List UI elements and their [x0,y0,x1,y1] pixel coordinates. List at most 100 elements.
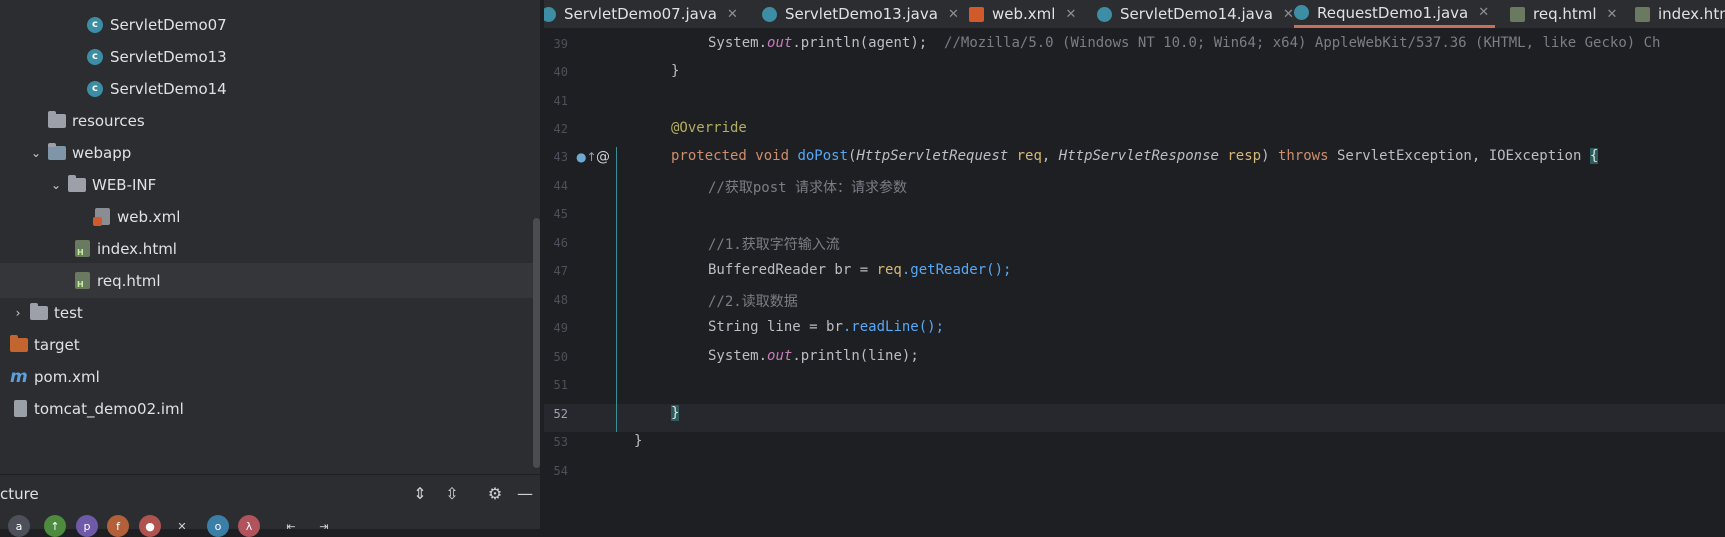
excluded-folder-icon [10,334,28,352]
xml-file-icon [93,208,110,226]
tree-item-label: webapp [72,143,132,162]
code-line-42: @Override [671,120,747,136]
resources-folder-icon [48,110,66,128]
line-number: 49 [553,321,568,335]
tree-item-pom-xml[interactable]: m pom.xml [0,359,540,394]
tree-item-webapp[interactable]: ⌄ webapp [0,135,540,170]
code-line-43: protected void doPost(HttpServletRequest… [671,148,1599,164]
code-line-48: //2.读取数据 [708,294,798,310]
tree-item-servletdemo13[interactable]: c ServletDemo13 [0,39,540,74]
tree-item-target[interactable]: target [0,327,540,362]
line-number: 47 [553,264,568,278]
override-marker-icon[interactable]: ●↑ [576,150,597,164]
anonymous-icon[interactable]: o [207,515,229,537]
sort-alpha-icon[interactable]: a [8,515,30,537]
tree-item-label: web.xml [117,207,181,226]
tree-item-test[interactable]: › test [0,295,540,330]
tree-item-web-inf[interactable]: ⌄ WEB-INF [0,167,540,202]
tab-servletdemo13[interactable]: ServletDemo13.java ✕ [762,0,959,28]
properties-icon[interactable]: p [76,515,98,537]
html-file-icon [1635,6,1650,22]
close-icon[interactable]: ✕ [1478,5,1489,20]
fields-icon[interactable]: f [107,515,129,537]
tree-item-label: pom.xml [34,367,100,386]
project-scrollbar[interactable] [533,218,540,468]
at-annotation-icon[interactable]: @ [596,149,610,165]
tree-item-req-html[interactable]: req.html [0,263,540,298]
code-line-53: } [634,433,643,449]
tree-item-resources[interactable]: resources [0,103,540,138]
web-folder-icon [48,142,66,160]
code-line-49: String line = br.readLine(); [708,319,945,335]
line-number: 43 [553,150,568,164]
line-number-gutter: 39 40 41 42 43 44 45 46 47 48 49 50 51 5… [544,29,616,528]
tab-label: RequestDemo1.java [1317,3,1469,22]
tree-item-index-html[interactable]: index.html [0,231,540,266]
tree-item-label: index.html [97,239,177,258]
code-line-46: //1.获取字符输入流 [708,237,840,253]
tree-item-label: test [54,303,83,322]
tab-label: index.htm [1658,5,1725,23]
minimize-icon[interactable]: — [515,483,535,503]
code-line-39: System.out.println(agent); //Mozilla/5.0… [708,35,1661,51]
tab-req-html[interactable]: req.html ✕ [1510,0,1617,28]
module-file-icon [14,400,27,417]
non-public-icon[interactable]: ● [139,515,161,537]
vcs-change-marker [616,147,617,432]
close-icon[interactable]: ✕ [727,7,738,22]
tree-item-servletdemo07[interactable]: c ServletDemo07 [0,7,540,42]
code-line-47: BufferedReader br = req.getReader(); [708,262,1012,278]
class-icon: c [87,48,103,65]
code-editor[interactable]: 39 40 41 42 43 44 45 46 47 48 49 50 51 5… [544,29,1725,528]
tree-item-web-xml[interactable]: web.xml [0,199,540,234]
chevron-down-icon[interactable]: ⌄ [48,177,64,193]
expand-all-icon[interactable]: ⇕ [410,483,430,503]
chevron-down-icon[interactable]: ⌄ [28,145,44,161]
lambda-icon[interactable]: λ [238,515,260,537]
tab-web-xml[interactable]: web.xml ✕ [969,0,1076,28]
scroll-to-source-icon[interactable]: ⇥ [313,515,335,537]
gear-icon[interactable]: ⚙ [485,483,505,503]
tab-servletdemo14[interactable]: ServletDemo14.java ✕ [1097,0,1294,28]
close-icon[interactable]: ✕ [1283,7,1294,22]
tab-label: req.html [1533,5,1597,23]
structure-title: cture [0,485,39,503]
html-file-icon [75,272,90,289]
code-line-50: System.out.println(line); [708,348,919,364]
maven-icon: m [10,366,28,387]
tab-servletdemo07[interactable]: ServletDemo07.java ✕ [544,0,738,28]
line-number: 48 [553,293,568,307]
class-icon [1097,6,1112,22]
line-number-current: 52 [553,407,568,421]
tree-item-label: ServletDemo07 [110,15,227,34]
tab-label: web.xml [992,5,1056,23]
line-number: 42 [553,122,568,136]
collapse-all-icon[interactable]: ⇳ [442,483,462,503]
chevron-right-icon[interactable]: › [10,305,26,321]
folder-icon [30,302,48,320]
html-file-icon [1510,6,1525,22]
close-icon[interactable]: ✕ [948,7,959,22]
close-icon[interactable]: ✕ [1065,7,1076,22]
close-icon[interactable]: ✕ [1607,7,1618,22]
tree-item-iml[interactable]: tomcat_demo02.iml [0,391,540,426]
tree-item-servletdemo14[interactable]: c ServletDemo14 [0,71,540,106]
close-icon[interactable]: ✕ [171,515,193,537]
inherited-icon[interactable]: ↑ [44,515,66,537]
line-number: 45 [553,207,568,221]
code-line-52: } [671,405,680,421]
folder-icon [68,174,86,192]
line-number: 46 [553,236,568,250]
class-icon [1294,5,1309,20]
tree-item-label: req.html [97,271,161,290]
line-number: 51 [553,378,568,392]
tab-label: ServletDemo14.java [1120,5,1273,23]
tab-label: ServletDemo07.java [564,5,717,23]
scroll-from-source-icon[interactable]: ⇤ [280,515,302,537]
tab-index-html[interactable]: index.htm [1635,0,1725,28]
tree-item-label: resources [72,111,145,130]
tab-requestdemo1[interactable]: RequestDemo1.java ✕ [1294,0,1496,28]
editor-tabs: ServletDemo07.java ✕ ServletDemo13.java … [544,0,1725,29]
line-number: 41 [553,94,568,108]
class-icon [762,6,777,22]
